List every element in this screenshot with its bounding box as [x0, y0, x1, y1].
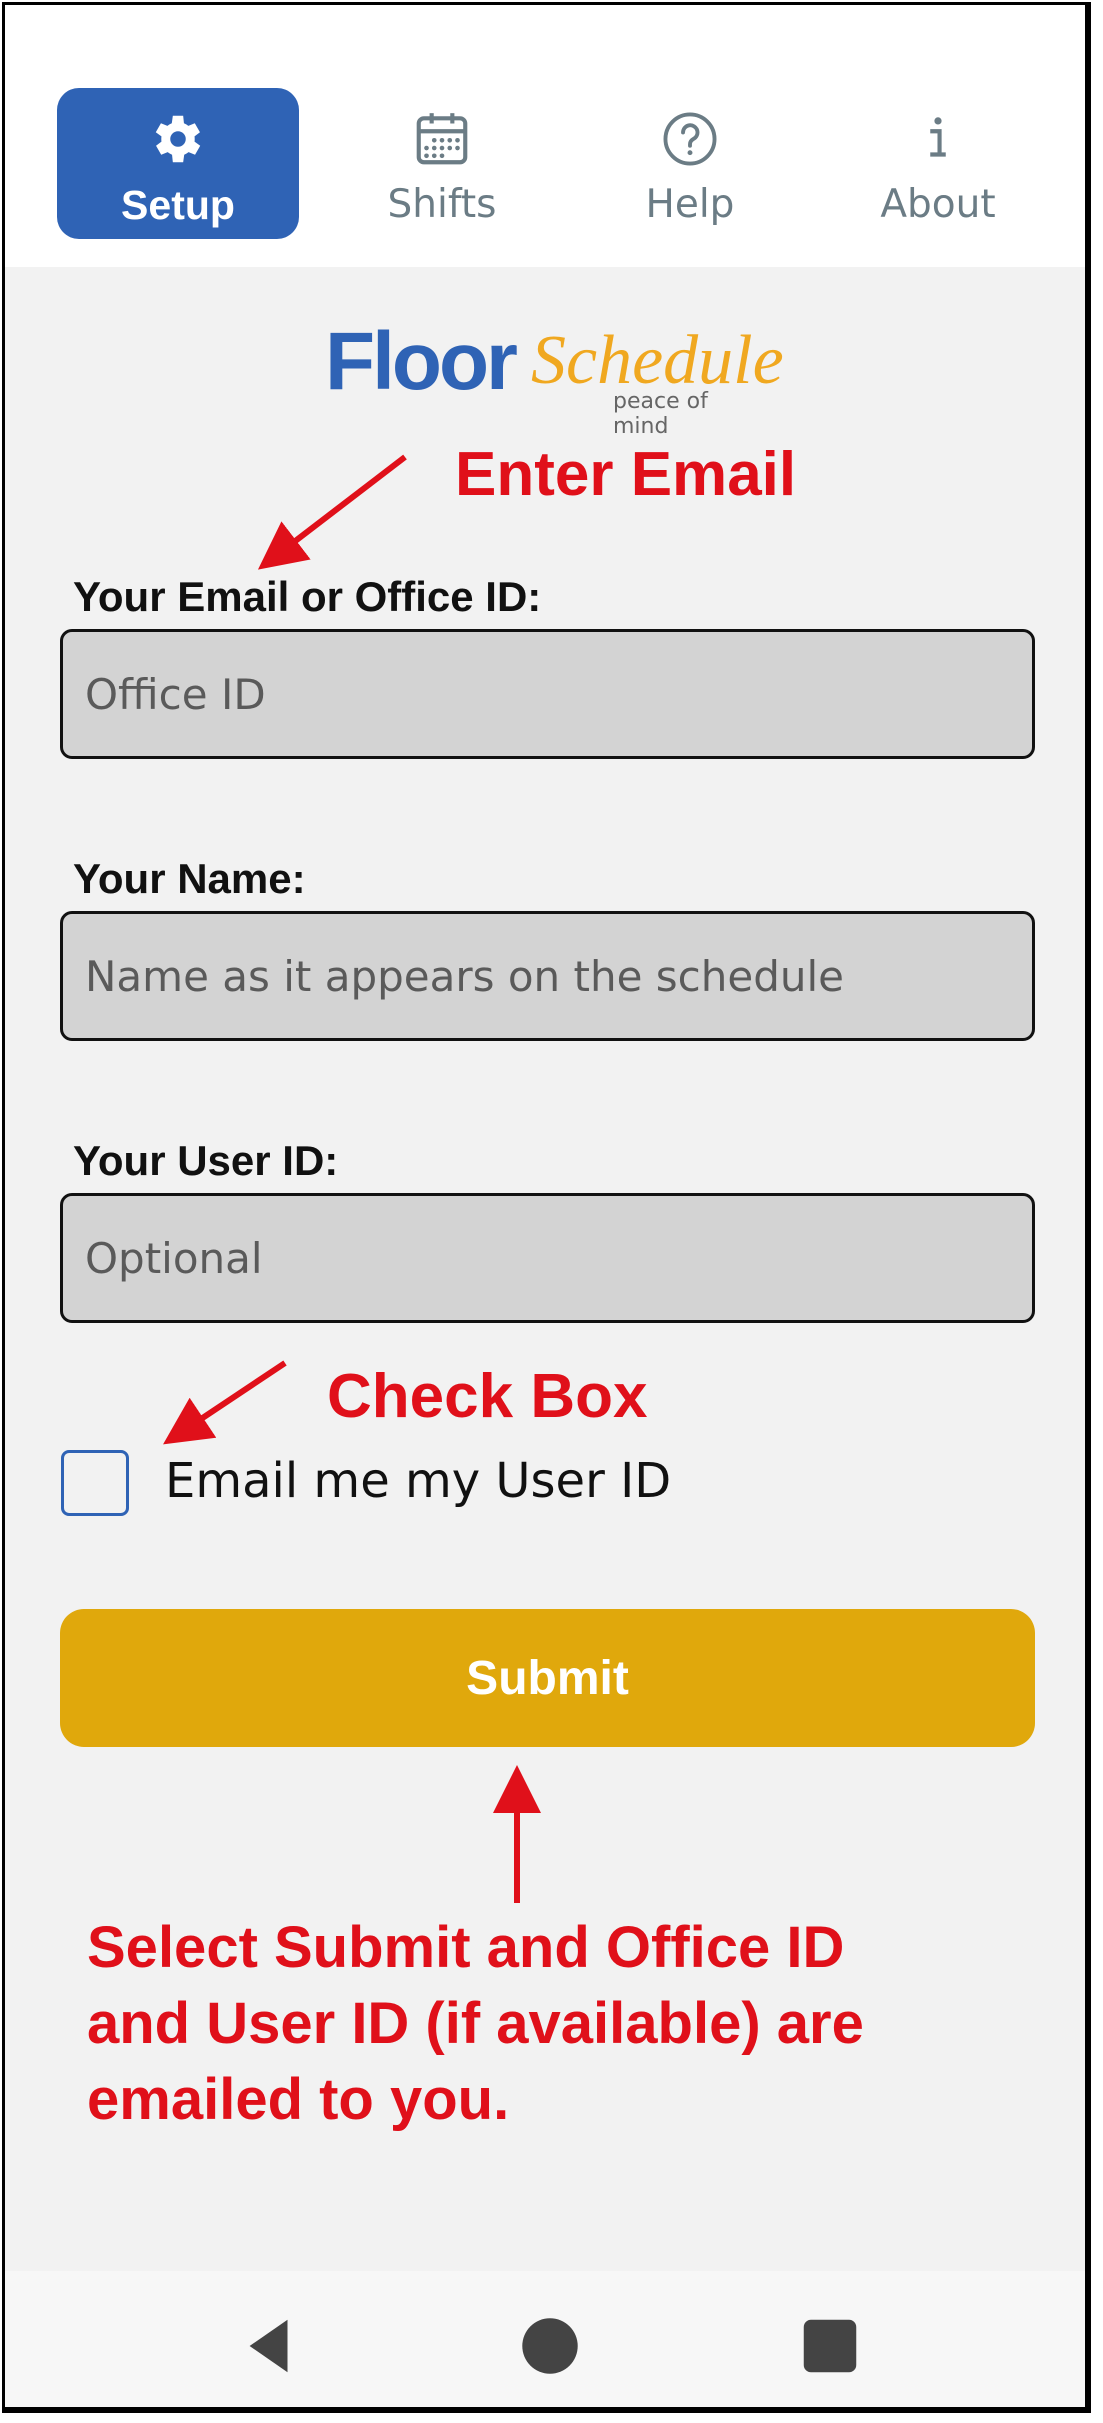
annotation-check-box: Check Box — [327, 1362, 648, 1431]
email-label: Your Email or Office ID: — [73, 573, 542, 620]
annotation-submit-note-line2: and User ID (if available) are — [87, 1991, 864, 2056]
tab-shifts-label: Shifts — [387, 182, 497, 227]
tab-setup-label: Setup — [121, 182, 235, 228]
submit-button[interactable]: Submit — [60, 1609, 1035, 1747]
email-office-id-input[interactable] — [60, 629, 1035, 759]
gear-icon — [155, 115, 201, 163]
back-icon[interactable] — [235, 2311, 305, 2381]
tab-about[interactable]: About — [817, 88, 1059, 239]
logo-tagline: peace of mind — [613, 389, 708, 439]
arrow-to-checkbox — [163, 1360, 287, 1445]
email-user-id-checkbox[interactable] — [61, 1450, 129, 1516]
system-nav-bar — [5, 2271, 1085, 2407]
annotation-submit-note-line3: emailed to you. — [87, 2067, 510, 2132]
arrow-to-email — [257, 454, 407, 570]
name-input[interactable] — [60, 911, 1035, 1041]
app-frame: Setup Shifts Help About Floor Schedule p… — [2, 2, 1091, 2413]
annotation-submit-note-line1: Select Submit and Office ID — [87, 1915, 845, 1980]
logo-floor: Floor — [325, 316, 518, 407]
user-id-input[interactable] — [60, 1193, 1035, 1323]
calendar-icon — [416, 113, 468, 165]
tab-help-label: Help — [645, 182, 735, 227]
top-tab-bar: Setup Shifts Help About — [5, 5, 1085, 267]
tab-setup[interactable]: Setup — [57, 88, 299, 239]
home-icon[interactable] — [515, 2311, 585, 2381]
email-user-id-checkbox-label[interactable]: Email me my User ID — [165, 1453, 671, 1509]
annotation-submit-note: Select Submit and Office ID and User ID … — [87, 1910, 864, 2138]
annotation-enter-email: Enter Email — [455, 440, 797, 509]
tab-help[interactable]: Help — [569, 88, 811, 239]
info-icon — [930, 117, 946, 157]
user-id-label: Your User ID: — [73, 1137, 339, 1184]
name-label: Your Name: — [73, 855, 306, 902]
floorschedule-logo: Floor Schedule peace of mind — [325, 315, 784, 439]
help-circle-icon — [663, 112, 717, 166]
tab-about-label: About — [880, 182, 996, 227]
recents-icon[interactable] — [795, 2311, 865, 2381]
tab-shifts[interactable]: Shifts — [321, 88, 563, 239]
